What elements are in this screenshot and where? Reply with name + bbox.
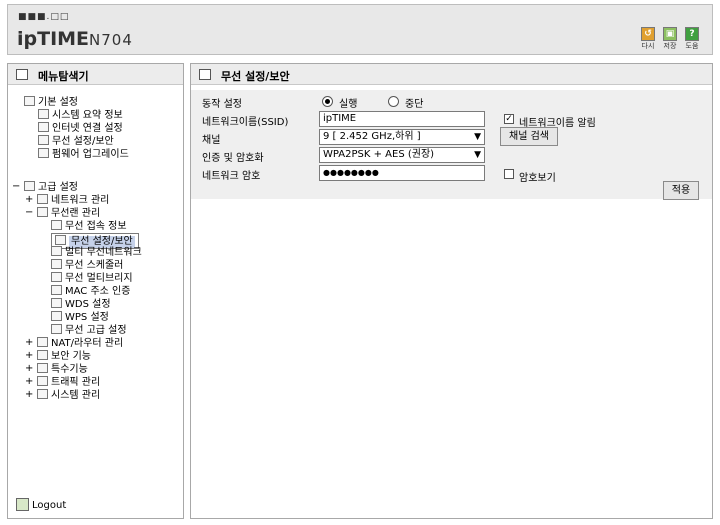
tree-wireless-item[interactable]: 멀티 무선네트워크 <box>51 246 142 258</box>
chevron-down-icon: ▼ <box>474 132 481 142</box>
tree-wireless-item[interactable]: MAC 주소 인증 <box>51 285 130 297</box>
channel-select[interactable]: 9 [ 2.452 GHz,하위 ] ▼ <box>319 129 485 145</box>
ssid-input[interactable]: ipTIME <box>319 111 485 127</box>
radio-stop[interactable] <box>388 96 399 107</box>
tree-nat-router[interactable]: NAT/라우터 관리 <box>37 337 123 349</box>
page-icon <box>51 298 62 308</box>
chart-icon <box>38 109 49 119</box>
tree-advanced-settings[interactable]: 고급 설정 <box>24 181 78 193</box>
chart-icon <box>37 389 48 399</box>
main-header: 무선 설정/보안 <box>191 64 712 85</box>
expand-icon[interactable]: + <box>25 194 33 206</box>
menu-explorer: 메뉴탐색기 기본 설정 시스템 요약 정보 인터넷 연결 설정 무선 설정/보안… <box>7 63 184 519</box>
tree-wireless-item[interactable]: 무선 멀티브리지 <box>51 272 133 284</box>
tree-traffic[interactable]: 트래픽 관리 <box>37 376 100 388</box>
row-auth: 인증 및 암호화 WPA2PSK + AES (권장) ▼ <box>191 146 712 164</box>
password-input[interactable]: ●●●●●●●● <box>319 165 485 181</box>
traffic-icon <box>37 376 48 386</box>
row-operation: 동작 설정 실행 중단 <box>191 92 712 110</box>
logout-link[interactable]: Logout <box>16 498 66 511</box>
window-icon <box>199 69 211 80</box>
monitor-icon <box>38 122 49 132</box>
tree-wireless-item[interactable]: WPS 설정 <box>51 311 109 323</box>
row-password: 네트워크 암호 ●●●●●●●● 암호보기 <box>191 164 712 184</box>
row-channel: 채널 9 [ 2.452 GHz,하위 ] ▼ 채널 검색 <box>191 127 712 146</box>
help-button[interactable]: ? 도움 <box>683 27 701 53</box>
upgrade-icon <box>38 148 49 158</box>
wireless-form: 동작 설정 실행 중단 네트워크이름(SSID) ipTIME ✓ 네트워크이름… <box>191 90 712 200</box>
tree-firmware-upgrade[interactable]: 펌웨어 업그레이드 <box>38 148 129 160</box>
tree-wireless-item[interactable]: 무선 고급 설정 <box>51 324 127 336</box>
logo: ipTIMEN704 <box>17 28 133 50</box>
page-icon <box>51 259 62 269</box>
page-icon <box>51 324 62 334</box>
page-icon <box>51 220 62 230</box>
tree-wireless-security-basic[interactable]: 무선 설정/보안 <box>38 135 114 147</box>
tree-special[interactable]: 특수기능 <box>37 363 88 375</box>
broadcast-checkbox[interactable]: ✓ <box>504 114 514 124</box>
tree-security[interactable]: 보안 기능 <box>37 350 91 362</box>
tree-system-summary[interactable]: 시스템 요약 정보 <box>38 109 123 121</box>
sidebar-title: 메뉴탐색기 <box>38 70 89 83</box>
expand-icon[interactable]: + <box>25 363 33 375</box>
save-button[interactable]: ▣ 저장 <box>661 27 679 53</box>
expand-icon[interactable]: + <box>25 350 33 362</box>
apply-button[interactable]: 적용 <box>663 181 699 200</box>
collapse-icon[interactable]: − <box>25 207 33 219</box>
network-icon <box>37 194 48 204</box>
row-ssid: 네트워크이름(SSID) ipTIME ✓ 네트워크이름 알림 <box>202 111 596 129</box>
chevron-down-icon: ▼ <box>474 150 481 160</box>
page-icon <box>51 285 62 295</box>
magnifier-icon <box>16 69 28 80</box>
tree-basic-settings[interactable]: 기본 설정 <box>24 96 78 108</box>
wireless-icon <box>37 207 48 217</box>
logout-icon <box>16 498 29 511</box>
page-icon <box>51 311 62 321</box>
auth-select[interactable]: WPA2PSK + AES (권장) ▼ <box>319 147 485 163</box>
refresh-button[interactable]: ↺ 다시 <box>639 27 657 53</box>
tree-wireless-item[interactable]: WDS 설정 <box>51 298 111 310</box>
show-password-checkbox[interactable] <box>504 169 514 179</box>
page-title: 무선 설정/보안 <box>221 70 290 83</box>
channel-search-button[interactable]: 채널 검색 <box>500 127 558 146</box>
main-panel: 무선 설정/보안 동작 설정 실행 중단 네트워크이름(SSID) ipTIME… <box>190 63 713 519</box>
tree-network-management[interactable]: 네트워크 관리 <box>37 194 109 206</box>
wireless-icon <box>38 135 49 145</box>
expand-icon[interactable]: + <box>25 337 33 349</box>
page-icon <box>55 235 66 245</box>
tree-system[interactable]: 시스템 관리 <box>37 389 100 401</box>
expand-icon[interactable]: + <box>25 389 33 401</box>
lock-icon <box>37 350 48 360</box>
tree-internet-setup[interactable]: 인터넷 연결 설정 <box>38 122 123 134</box>
save-icon: ▣ <box>663 27 677 41</box>
sidebar-header: 메뉴탐색기 <box>8 64 183 85</box>
help-icon: ? <box>685 27 699 41</box>
tree-wireless-item[interactable]: 무선 스케줄러 <box>51 259 123 271</box>
top-header: ■■■.□□ ipTIMEN704 ↺ 다시 ▣ 저장 ? 도움 <box>7 4 713 55</box>
special-icon <box>37 363 48 373</box>
collapse-icon[interactable]: − <box>12 181 20 193</box>
refresh-icon: ↺ <box>641 27 655 41</box>
page-icon <box>51 272 62 282</box>
page-icon <box>51 246 62 256</box>
expand-icon[interactable]: + <box>25 376 33 388</box>
tree-wireless-management[interactable]: 무선랜 관리 <box>37 207 100 219</box>
tree-wireless-item[interactable]: 무선 접속 정보 <box>51 220 127 232</box>
folder-icon <box>24 181 35 191</box>
folder-icon <box>24 96 35 106</box>
logo-dots: ■■■.□□ <box>18 12 70 22</box>
radio-run[interactable] <box>322 96 333 107</box>
router-icon <box>37 337 48 347</box>
